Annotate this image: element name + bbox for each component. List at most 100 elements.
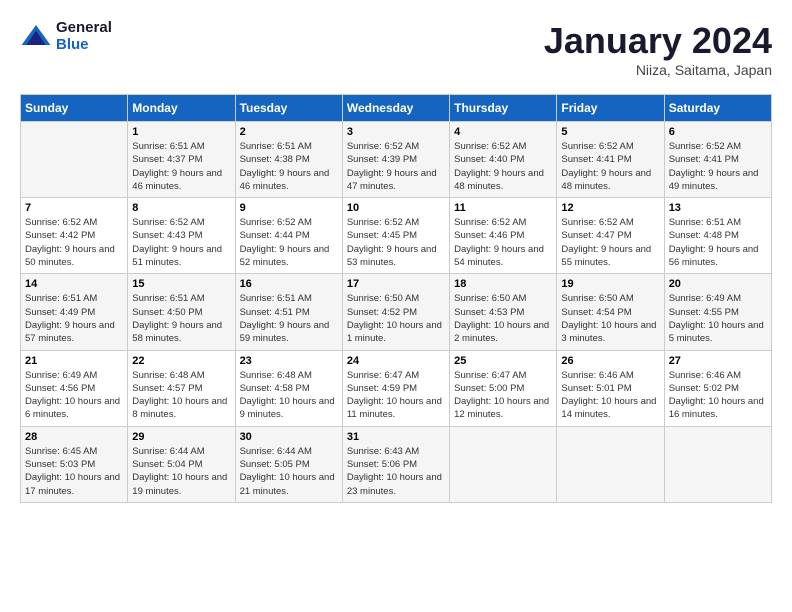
sunset-text: Sunset: 4:41 PM — [561, 154, 631, 165]
daylight-text: Daylight: 9 hours and 58 minutes. — [132, 320, 222, 344]
sunrise-text: Sunrise: 6:51 AM — [132, 141, 204, 152]
sunrise-text: Sunrise: 6:44 AM — [240, 446, 312, 457]
day-number: 2 — [240, 126, 338, 138]
day-number: 24 — [347, 355, 445, 367]
weekday-header-wednesday: Wednesday — [342, 95, 449, 122]
weekday-header-saturday: Saturday — [664, 95, 771, 122]
day-info: Sunrise: 6:47 AM Sunset: 4:59 PM Dayligh… — [347, 369, 445, 422]
calendar-week-4: 21 Sunrise: 6:49 AM Sunset: 4:56 PM Dayl… — [21, 350, 772, 426]
sunrise-text: Sunrise: 6:51 AM — [132, 293, 204, 304]
calendar-cell: 22 Sunrise: 6:48 AM Sunset: 4:57 PM Dayl… — [128, 350, 235, 426]
sunset-text: Sunset: 4:53 PM — [454, 307, 524, 318]
day-number: 27 — [669, 355, 767, 367]
day-info: Sunrise: 6:52 AM Sunset: 4:45 PM Dayligh… — [347, 216, 445, 269]
sunrise-text: Sunrise: 6:51 AM — [669, 217, 741, 228]
daylight-text: Daylight: 10 hours and 19 minutes. — [132, 472, 227, 496]
calendar-cell: 28 Sunrise: 6:45 AM Sunset: 5:03 PM Dayl… — [21, 426, 128, 502]
sunrise-text: Sunrise: 6:52 AM — [454, 141, 526, 152]
sunrise-text: Sunrise: 6:49 AM — [25, 370, 97, 381]
sunrise-text: Sunrise: 6:52 AM — [669, 141, 741, 152]
sunrise-text: Sunrise: 6:50 AM — [561, 293, 633, 304]
sunset-text: Sunset: 4:51 PM — [240, 307, 310, 318]
day-info: Sunrise: 6:52 AM Sunset: 4:41 PM Dayligh… — [561, 140, 659, 193]
calendar-table: SundayMondayTuesdayWednesdayThursdayFrid… — [20, 94, 772, 503]
daylight-text: Daylight: 10 hours and 8 minutes. — [132, 396, 227, 420]
calendar-cell: 21 Sunrise: 6:49 AM Sunset: 4:56 PM Dayl… — [21, 350, 128, 426]
page-header: General Blue January 2024 Niiza, Saitama… — [20, 20, 772, 78]
day-info: Sunrise: 6:46 AM Sunset: 5:01 PM Dayligh… — [561, 369, 659, 422]
day-number: 3 — [347, 126, 445, 138]
daylight-text: Daylight: 10 hours and 3 minutes. — [561, 320, 656, 344]
daylight-text: Daylight: 9 hours and 47 minutes. — [347, 168, 437, 192]
sunrise-text: Sunrise: 6:46 AM — [669, 370, 741, 381]
day-number: 8 — [132, 202, 230, 214]
sunrise-text: Sunrise: 6:47 AM — [347, 370, 419, 381]
calendar-cell: 30 Sunrise: 6:44 AM Sunset: 5:05 PM Dayl… — [235, 426, 342, 502]
sunrise-text: Sunrise: 6:52 AM — [25, 217, 97, 228]
day-info: Sunrise: 6:44 AM Sunset: 5:05 PM Dayligh… — [240, 445, 338, 498]
sunset-text: Sunset: 4:46 PM — [454, 230, 524, 241]
sunset-text: Sunset: 4:37 PM — [132, 154, 202, 165]
day-info: Sunrise: 6:47 AM Sunset: 5:00 PM Dayligh… — [454, 369, 552, 422]
calendar-cell: 24 Sunrise: 6:47 AM Sunset: 4:59 PM Dayl… — [342, 350, 449, 426]
sunset-text: Sunset: 5:06 PM — [347, 459, 417, 470]
location-subtitle: Niiza, Saitama, Japan — [544, 62, 772, 78]
sunset-text: Sunset: 5:02 PM — [669, 383, 739, 394]
calendar-cell: 25 Sunrise: 6:47 AM Sunset: 5:00 PM Dayl… — [450, 350, 557, 426]
day-info: Sunrise: 6:51 AM Sunset: 4:38 PM Dayligh… — [240, 140, 338, 193]
day-info: Sunrise: 6:51 AM Sunset: 4:48 PM Dayligh… — [669, 216, 767, 269]
sunset-text: Sunset: 4:38 PM — [240, 154, 310, 165]
day-number: 5 — [561, 126, 659, 138]
calendar-cell — [664, 426, 771, 502]
daylight-text: Daylight: 9 hours and 46 minutes. — [240, 168, 330, 192]
daylight-text: Daylight: 9 hours and 50 minutes. — [25, 244, 115, 268]
calendar-cell: 2 Sunrise: 6:51 AM Sunset: 4:38 PM Dayli… — [235, 122, 342, 198]
day-info: Sunrise: 6:49 AM Sunset: 4:56 PM Dayligh… — [25, 369, 123, 422]
calendar-cell: 13 Sunrise: 6:51 AM Sunset: 4:48 PM Dayl… — [664, 198, 771, 274]
sunset-text: Sunset: 4:39 PM — [347, 154, 417, 165]
calendar-week-1: 1 Sunrise: 6:51 AM Sunset: 4:37 PM Dayli… — [21, 122, 772, 198]
day-info: Sunrise: 6:52 AM Sunset: 4:46 PM Dayligh… — [454, 216, 552, 269]
day-number: 18 — [454, 278, 552, 290]
sunrise-text: Sunrise: 6:48 AM — [132, 370, 204, 381]
day-number: 9 — [240, 202, 338, 214]
sunset-text: Sunset: 4:40 PM — [454, 154, 524, 165]
daylight-text: Daylight: 10 hours and 2 minutes. — [454, 320, 549, 344]
calendar-cell: 31 Sunrise: 6:43 AM Sunset: 5:06 PM Dayl… — [342, 426, 449, 502]
calendar-week-2: 7 Sunrise: 6:52 AM Sunset: 4:42 PM Dayli… — [21, 198, 772, 274]
calendar-cell: 17 Sunrise: 6:50 AM Sunset: 4:52 PM Dayl… — [342, 274, 449, 350]
calendar-cell: 19 Sunrise: 6:50 AM Sunset: 4:54 PM Dayl… — [557, 274, 664, 350]
title-block: January 2024 Niiza, Saitama, Japan — [544, 20, 772, 78]
day-info: Sunrise: 6:52 AM Sunset: 4:42 PM Dayligh… — [25, 216, 123, 269]
calendar-cell — [450, 426, 557, 502]
sunset-text: Sunset: 4:43 PM — [132, 230, 202, 241]
day-number: 19 — [561, 278, 659, 290]
daylight-text: Daylight: 10 hours and 21 minutes. — [240, 472, 335, 496]
calendar-cell: 9 Sunrise: 6:52 AM Sunset: 4:44 PM Dayli… — [235, 198, 342, 274]
calendar-week-5: 28 Sunrise: 6:45 AM Sunset: 5:03 PM Dayl… — [21, 426, 772, 502]
daylight-text: Daylight: 10 hours and 1 minute. — [347, 320, 442, 344]
calendar-cell: 11 Sunrise: 6:52 AM Sunset: 4:46 PM Dayl… — [450, 198, 557, 274]
sunrise-text: Sunrise: 6:50 AM — [347, 293, 419, 304]
day-info: Sunrise: 6:50 AM Sunset: 4:52 PM Dayligh… — [347, 292, 445, 345]
day-number: 28 — [25, 431, 123, 443]
calendar-cell: 10 Sunrise: 6:52 AM Sunset: 4:45 PM Dayl… — [342, 198, 449, 274]
day-info: Sunrise: 6:44 AM Sunset: 5:04 PM Dayligh… — [132, 445, 230, 498]
day-number: 31 — [347, 431, 445, 443]
day-number: 6 — [669, 126, 767, 138]
day-number: 4 — [454, 126, 552, 138]
daylight-text: Daylight: 9 hours and 59 minutes. — [240, 320, 330, 344]
sunrise-text: Sunrise: 6:48 AM — [240, 370, 312, 381]
sunrise-text: Sunrise: 6:47 AM — [454, 370, 526, 381]
day-info: Sunrise: 6:48 AM Sunset: 4:57 PM Dayligh… — [132, 369, 230, 422]
day-number: 29 — [132, 431, 230, 443]
calendar-cell: 26 Sunrise: 6:46 AM Sunset: 5:01 PM Dayl… — [557, 350, 664, 426]
day-number: 15 — [132, 278, 230, 290]
calendar-cell: 23 Sunrise: 6:48 AM Sunset: 4:58 PM Dayl… — [235, 350, 342, 426]
day-number: 1 — [132, 126, 230, 138]
calendar-cell: 1 Sunrise: 6:51 AM Sunset: 4:37 PM Dayli… — [128, 122, 235, 198]
calendar-cell: 12 Sunrise: 6:52 AM Sunset: 4:47 PM Dayl… — [557, 198, 664, 274]
calendar-cell: 29 Sunrise: 6:44 AM Sunset: 5:04 PM Dayl… — [128, 426, 235, 502]
sunrise-text: Sunrise: 6:44 AM — [132, 446, 204, 457]
day-number: 30 — [240, 431, 338, 443]
